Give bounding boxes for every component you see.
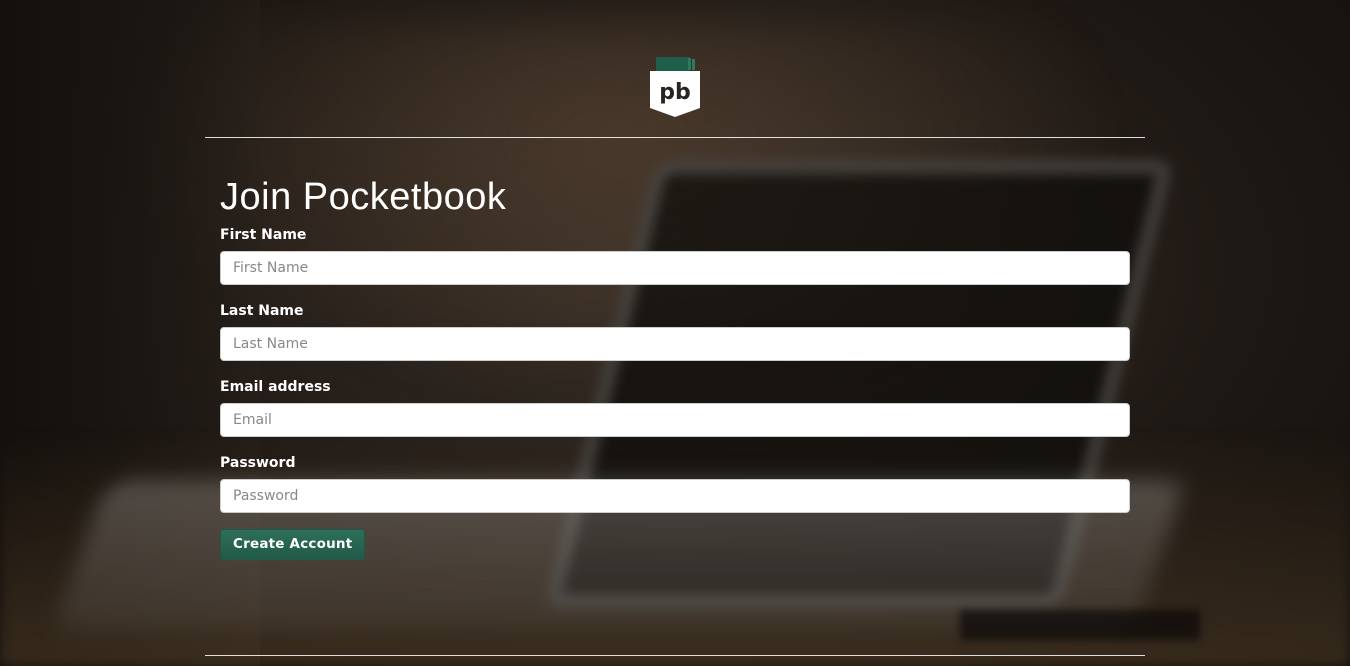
password-label: Password <box>220 455 296 471</box>
email-group: Email address <box>220 378 1130 437</box>
signup-page: pb Join Pocketbook First Name Last Name … <box>0 0 1350 666</box>
first-name-input[interactable] <box>220 251 1130 285</box>
password-input[interactable] <box>220 479 1130 513</box>
password-group: Password <box>220 454 1130 513</box>
last-name-group: Last Name <box>220 302 1130 361</box>
first-name-group: First Name <box>220 226 1130 285</box>
email-input[interactable] <box>220 403 1130 437</box>
page-title: Join Pocketbook <box>220 176 507 218</box>
pocketbook-logo-icon: pb <box>650 57 700 117</box>
email-label: Email address <box>220 379 331 395</box>
last-name-label: Last Name <box>220 303 304 319</box>
logo-text: pb <box>659 80 691 105</box>
pocketbook-logo: pb <box>650 57 700 119</box>
signup-form: Join Pocketbook First Name Last Name Ema… <box>220 170 1130 560</box>
last-name-input[interactable] <box>220 327 1130 361</box>
first-name-label: First Name <box>220 227 307 243</box>
create-account-button[interactable]: Create Account <box>220 529 366 560</box>
bottom-divider <box>205 655 1145 656</box>
top-divider <box>205 137 1145 138</box>
